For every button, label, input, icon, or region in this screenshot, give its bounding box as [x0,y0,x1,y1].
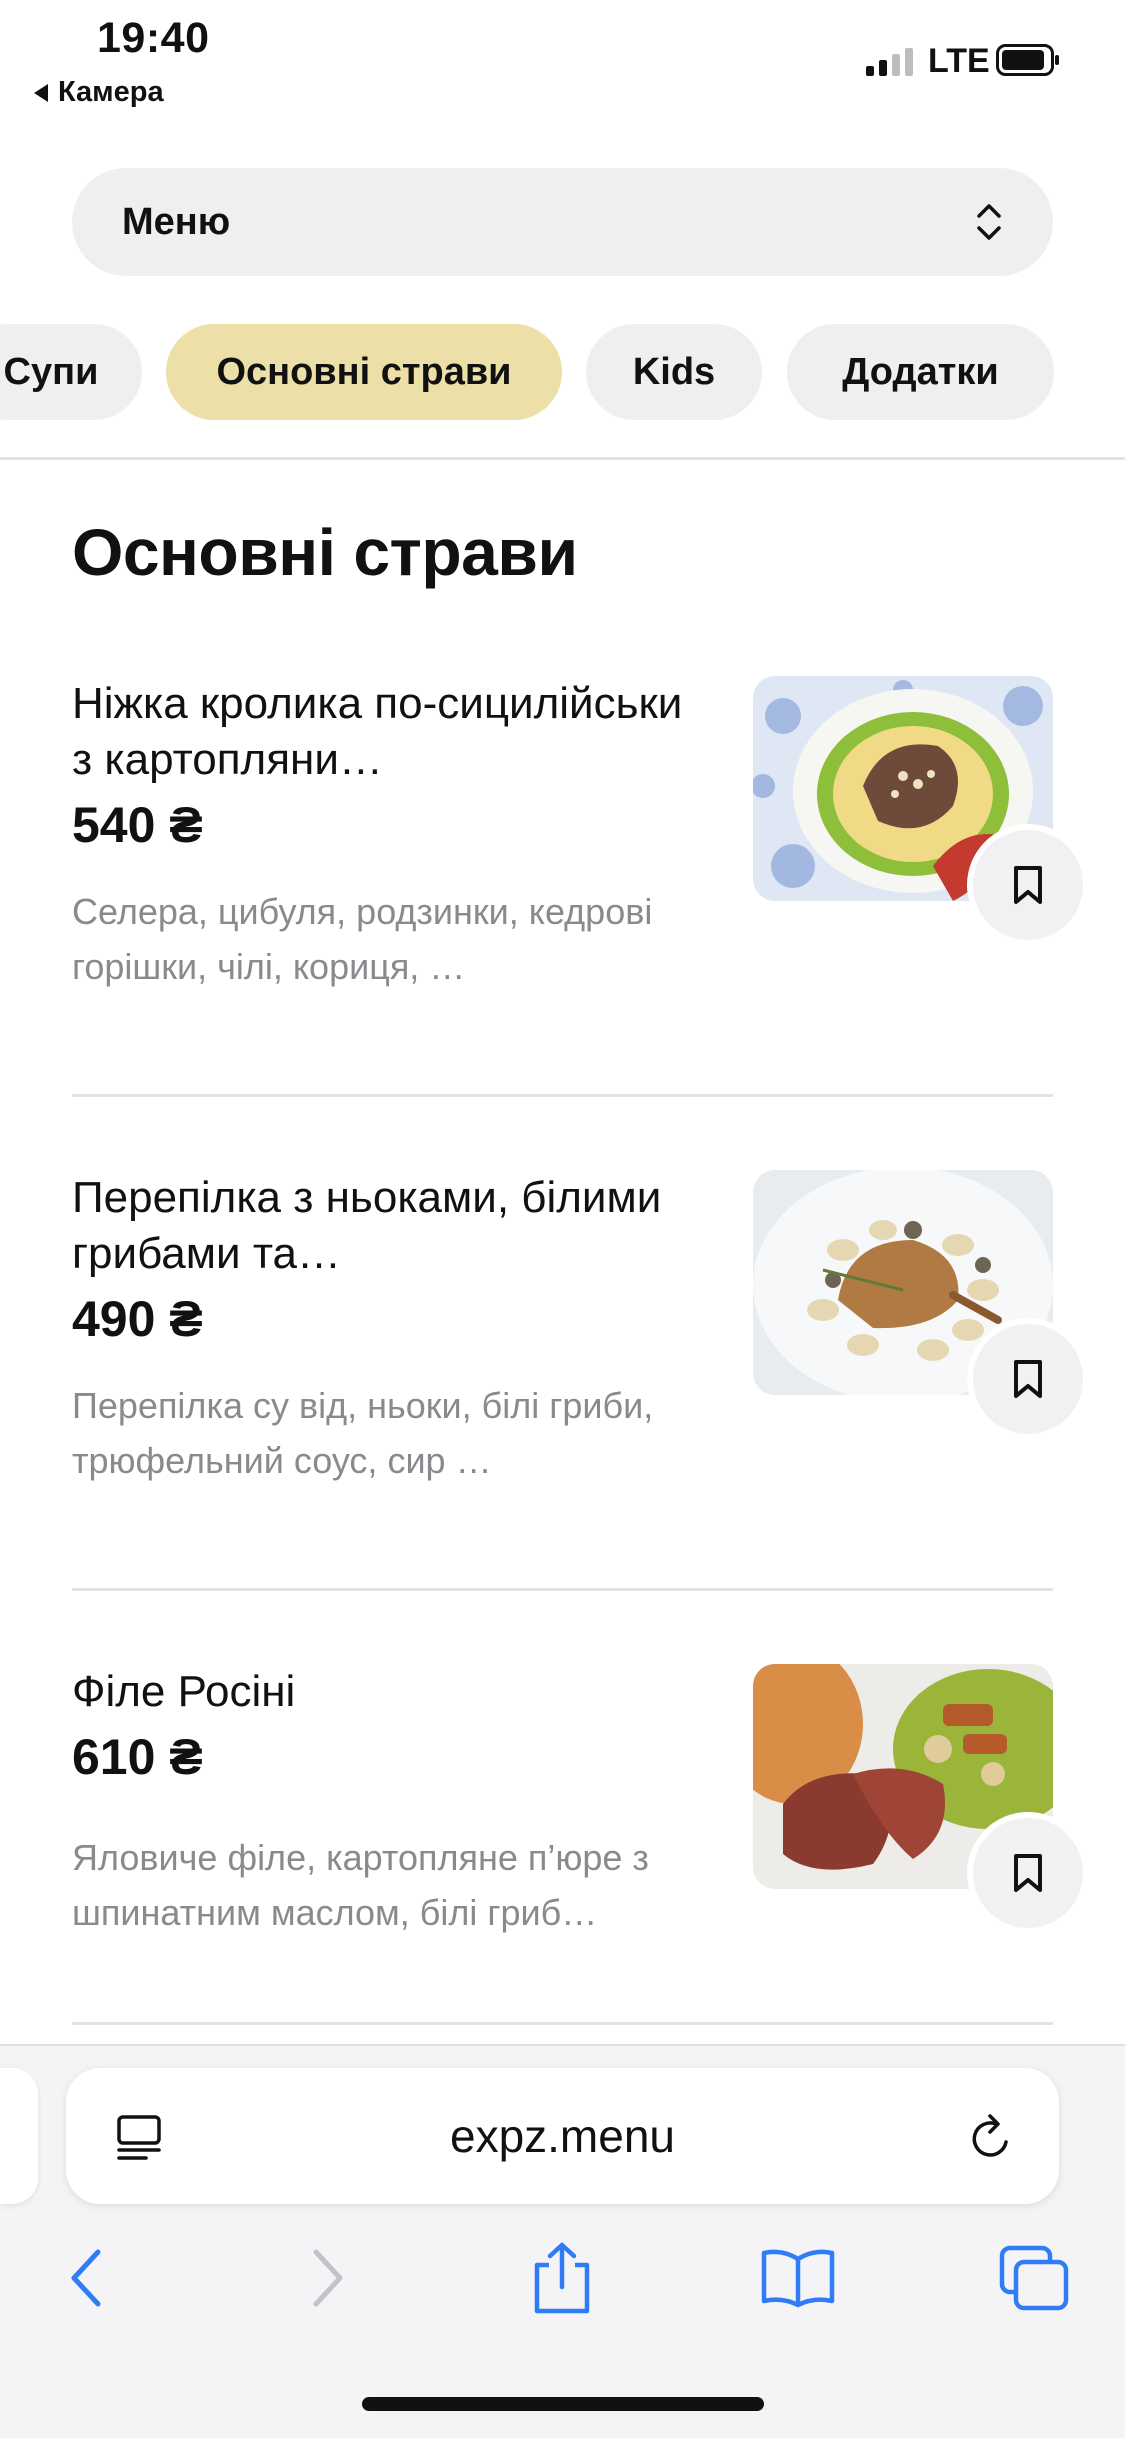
tabs-divider [0,457,1125,460]
tab-main-dishes[interactable]: Основні страви [166,324,562,420]
tab-extras[interactable]: Додатки [787,324,1054,420]
section-title: Основні страви [72,515,578,589]
menu-selector-label: Меню [122,200,231,243]
tab-soups[interactable]: Супи [0,324,142,420]
bookmark-icon [1014,866,1042,904]
bookmarks-icon [761,2249,835,2308]
item-description: Перепілка су від, ньоки, білі гриби, трю… [72,1385,654,1481]
item-divider [72,1588,1053,1591]
menu-selector[interactable]: Меню [72,168,1053,276]
menu-item[interactable]: Ніжка кролика по-сицилійськи з картоплян… [72,676,1083,1056]
tabs-icon [999,2245,1069,2311]
back-app-label: Камера [58,76,164,108]
battery-icon [996,44,1059,76]
back-triangle-icon [34,83,48,102]
bookmarks-button[interactable] [758,2238,838,2318]
status-time: 19:40 [97,14,210,62]
item-name: Філе Росіні [72,1667,296,1716]
back-icon [71,2249,101,2307]
address-bar[interactable]: expz.menu [66,2068,1059,2204]
share-icon [534,2242,590,2314]
forward-button[interactable] [288,2238,368,2318]
share-button[interactable] [522,2238,602,2318]
network-type: LTE [928,42,990,80]
item-name: Ніжка кролика по-сицилійськи з картоплян… [72,679,683,784]
tab-kids[interactable]: Kids [586,324,762,420]
tabs-button[interactable] [994,2238,1074,2318]
bookmark-button[interactable] [973,1324,1083,1434]
bookmark-icon [1014,1360,1042,1398]
item-name: Перепілка з ньоками, білими грибами та… [72,1173,662,1278]
cellular-signal-icon [866,46,916,76]
back-to-app-link[interactable]: Камера [34,76,164,109]
back-button[interactable] [46,2238,126,2318]
item-divider [72,1094,1053,1097]
bookmark-icon [1014,1854,1042,1892]
chevron-up-down-icon [977,204,1001,240]
item-divider [72,2022,1053,2025]
item-description: Селера, цибуля, родзинки, кедрові горішк… [72,891,653,987]
previous-tab-card[interactable] [0,2068,38,2204]
menu-item[interactable]: Філе Росіні 610 ₴ Яловиче філе, картопля… [72,1664,1083,2044]
forward-icon [313,2249,343,2307]
home-indicator[interactable] [362,2397,764,2411]
reload-icon[interactable] [968,2112,1016,2164]
url-text[interactable]: expz.menu [66,2068,1059,2204]
bookmark-button[interactable] [973,1818,1083,1928]
item-description: Яловиче філе, картопляне п’юре з шпинатн… [72,1837,649,1933]
bookmark-button[interactable] [973,830,1083,940]
menu-item[interactable]: Перепілка з ньоками, білими грибами та… … [72,1170,1083,1550]
